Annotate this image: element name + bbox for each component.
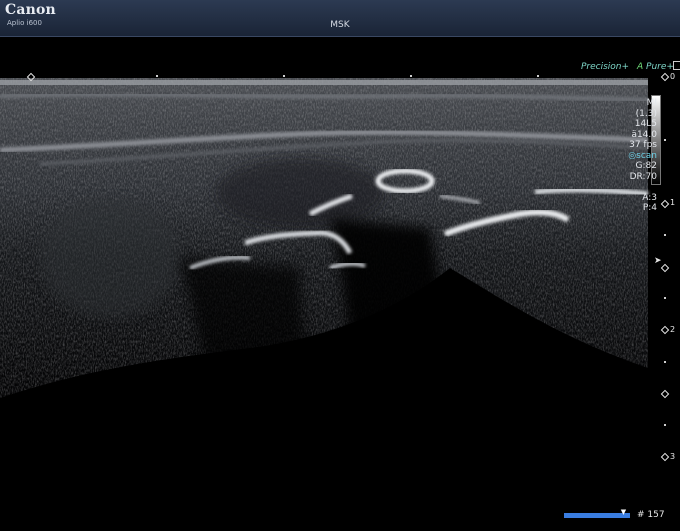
depth-label-1: 1 — [670, 198, 676, 207]
probe-orientation-icon — [673, 61, 680, 70]
apure-prefix: A — [637, 62, 644, 72]
acquisition-info: MI (1.3) 14L5 ä14.0 37 fps ◎scan G:82 DR… — [628, 98, 657, 214]
preset-label: MSK — [330, 20, 350, 30]
depth-label-3: 3 — [670, 452, 676, 461]
info-line: A:3 — [642, 192, 657, 203]
header-bar: Canon Aplio i600 MSK — [0, 0, 680, 37]
info-line-scan: ◎scan — [628, 150, 657, 161]
lateral-tick — [537, 75, 539, 77]
info-line: 37 fps — [629, 140, 657, 150]
info-line: MI — [646, 98, 657, 108]
focus-marker-icon[interactable]: ➤ — [654, 256, 662, 266]
info-line: (1.3) — [635, 108, 657, 119]
cine-position-icon[interactable]: ▼ — [621, 508, 626, 516]
lateral-tick — [410, 75, 412, 77]
depth-tick — [664, 361, 666, 363]
info-line: P:4 — [642, 203, 657, 213]
ultrasound-scan-graphic — [0, 78, 649, 527]
info-line: G:82 — [635, 161, 657, 171]
depth-label-2: 2 — [670, 325, 676, 334]
apure-text: Pure+ — [646, 62, 674, 72]
frame-number: # 157 — [637, 510, 665, 520]
info-line: 14L5 — [634, 119, 657, 129]
ultrasound-image[interactable] — [0, 38, 680, 527]
brand-logo: Canon — [5, 2, 56, 18]
info-line — [628, 182, 657, 193]
depth-tick — [664, 297, 666, 299]
apure-label: A Pure+ — [637, 62, 674, 72]
depth-tick — [664, 139, 666, 141]
depth-label-0: 0 — [670, 72, 676, 81]
lateral-tick — [283, 75, 285, 77]
depth-tick — [664, 234, 666, 236]
depth-tick — [664, 424, 666, 426]
precision-label: Precision+ — [581, 62, 630, 72]
info-line: DR:70 — [629, 171, 657, 182]
lateral-tick — [156, 75, 158, 77]
info-line: ä14.0 — [631, 129, 657, 140]
